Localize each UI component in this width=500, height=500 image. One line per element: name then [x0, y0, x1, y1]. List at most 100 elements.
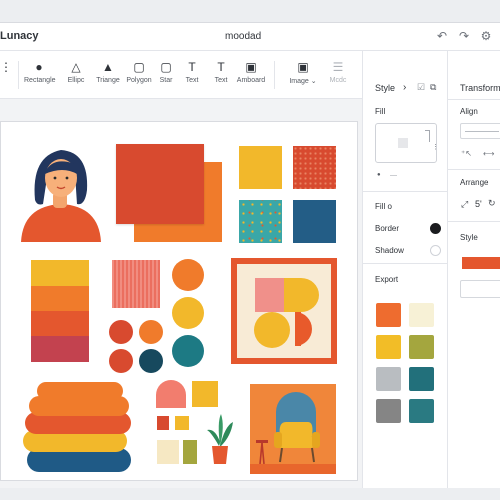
tool-label: Triange [96, 77, 120, 84]
small-orange-circle[interactable] [139, 320, 163, 344]
arrange-value[interactable]: 5' [475, 199, 482, 209]
geometric-art [237, 264, 331, 358]
pink-striped-square[interactable] [112, 260, 160, 308]
app-window: Lunacy moodad ↶ ↷ ⚙ ⋮ ● Rectangle △ Elli… [0, 22, 500, 488]
interior-chair-illustration[interactable] [250, 384, 336, 474]
tool-text[interactable]: T Text [182, 57, 202, 93]
tool-triangle[interactable]: ▲ Triange [94, 57, 122, 93]
small-red-circle[interactable] [109, 320, 133, 344]
document-title[interactable]: moodad [225, 31, 261, 42]
export-swatch[interactable] [409, 399, 434, 423]
cream-rect-shape[interactable] [157, 440, 179, 464]
resize-icon[interactable]: ⤢ [461, 199, 468, 210]
fill-preview-box[interactable] [375, 123, 437, 163]
tool-more[interactable]: ☰ Mcdc [326, 57, 350, 93]
undo-icon[interactable]: ↶ [434, 28, 450, 44]
chevron-right-icon[interactable]: › [403, 82, 406, 93]
small-red-circle[interactable] [109, 349, 133, 373]
divider [363, 263, 448, 264]
person-illustration[interactable] [19, 144, 103, 244]
stripe-orange [31, 286, 89, 311]
title-bar: Lunacy moodad ↶ ↷ ⚙ [0, 23, 500, 51]
distribute-icon[interactable]: ⁺↖ [461, 149, 472, 158]
fill-o-label: Fill o [375, 202, 392, 211]
divider [363, 191, 448, 192]
tool-label: Amboard [236, 77, 266, 84]
list-icon: ☰ [332, 60, 344, 74]
checkbox-icon[interactable]: ☑ [417, 82, 425, 93]
tool-polygon[interactable]: ▢ Polygon [124, 57, 154, 93]
tool-label: Image ⌄ [289, 78, 317, 85]
align-field[interactable] [460, 123, 500, 139]
space-icon[interactable]: ⟷ [483, 149, 494, 158]
export-swatch[interactable] [376, 303, 401, 327]
shadow-label: Shadow [375, 246, 404, 255]
red-rect-shape[interactable] [157, 416, 169, 430]
folded-towels[interactable] [19, 380, 137, 474]
circle-icon: ● [35, 60, 43, 74]
teal-circle[interactable] [172, 335, 204, 367]
grip-icon: ⋮ [0, 60, 12, 74]
style-color-swatch[interactable] [462, 257, 500, 269]
tool-label: Rectangle [24, 77, 56, 84]
yellow-square-shape[interactable] [192, 381, 218, 407]
style-panel-title: Style [375, 83, 396, 93]
toolbar: ⋮ ● Rectangle △ Ellipc ▲ Triange ▢ Polyg… [0, 51, 362, 99]
border-toggle[interactable] [430, 223, 441, 234]
arch-shape[interactable] [156, 380, 186, 408]
navy-tile[interactable] [293, 200, 336, 243]
export-label: Export [375, 275, 399, 284]
small-navy-circle[interactable] [139, 349, 163, 373]
app-name: Lunacy [0, 30, 39, 42]
copy-icon[interactable]: ⧉ [430, 82, 436, 93]
orange-circle[interactable] [172, 259, 204, 291]
canvas-area[interactable] [0, 99, 362, 488]
export-swatch[interactable] [409, 367, 434, 391]
text-icon: T [188, 60, 196, 74]
divider [448, 99, 500, 100]
export-swatch[interactable] [409, 335, 434, 359]
framed-art[interactable] [231, 258, 337, 364]
yellow-rect-shape[interactable] [175, 416, 189, 430]
yellow-circle[interactable] [172, 297, 204, 329]
export-swatch[interactable] [409, 303, 434, 327]
tool-label: Mcdc [329, 77, 347, 84]
scroll-stepper-icon[interactable]: ⋮ [432, 143, 439, 151]
tool-ellipse[interactable]: △ Ellipc [62, 57, 90, 93]
image-icon: ▣ [245, 60, 257, 74]
style-panel: Style › ☑ ⧉ Fill ⋮ ● — Fill o Border Sha… [362, 51, 448, 488]
square-outline-icon: ▢ [133, 60, 145, 74]
export-swatch[interactable] [376, 335, 401, 359]
yellow-tile[interactable] [239, 146, 282, 189]
potted-plant[interactable] [203, 412, 237, 466]
border-label: Border [375, 224, 400, 233]
dot-icon[interactable]: ● [377, 172, 381, 178]
tool-artboard[interactable]: ▣ Amboard [236, 57, 266, 93]
stripe-yellow [31, 260, 89, 286]
export-swatch[interactable] [376, 367, 401, 391]
corner-marker [425, 130, 430, 142]
tool-label: Ellipc [67, 77, 85, 84]
export-swatch[interactable] [376, 399, 401, 423]
moodboard-artboard[interactable] [0, 121, 358, 481]
stripe-stack[interactable] [31, 260, 89, 362]
teal-confetti-tile[interactable] [239, 200, 282, 243]
fill-swatch [398, 138, 408, 148]
tool-image[interactable]: ▣ Image ⌄ [286, 57, 320, 93]
settings-icon[interactable]: ⚙ [478, 28, 494, 44]
toolbar-overflow[interactable]: ⋮ [0, 57, 12, 93]
shadow-toggle[interactable] [430, 245, 441, 256]
tool-rectangle[interactable]: ● Rectangle [24, 57, 56, 93]
rotate-icon[interactable]: ↻ [488, 198, 496, 209]
olive-rect-shape[interactable] [183, 440, 197, 464]
style-field[interactable] [460, 280, 500, 298]
minus-icon[interactable]: — [390, 172, 397, 179]
tool-star[interactable]: ▢ Star [157, 57, 175, 93]
red-square[interactable] [116, 144, 204, 224]
toolbar-divider [274, 61, 275, 89]
tool-text-secondary[interactable]: T Text [210, 57, 232, 93]
align-track [465, 131, 499, 132]
stripe-crimson [31, 336, 89, 362]
red-speckled-tile[interactable] [293, 146, 336, 189]
redo-icon[interactable]: ↷ [456, 28, 472, 44]
